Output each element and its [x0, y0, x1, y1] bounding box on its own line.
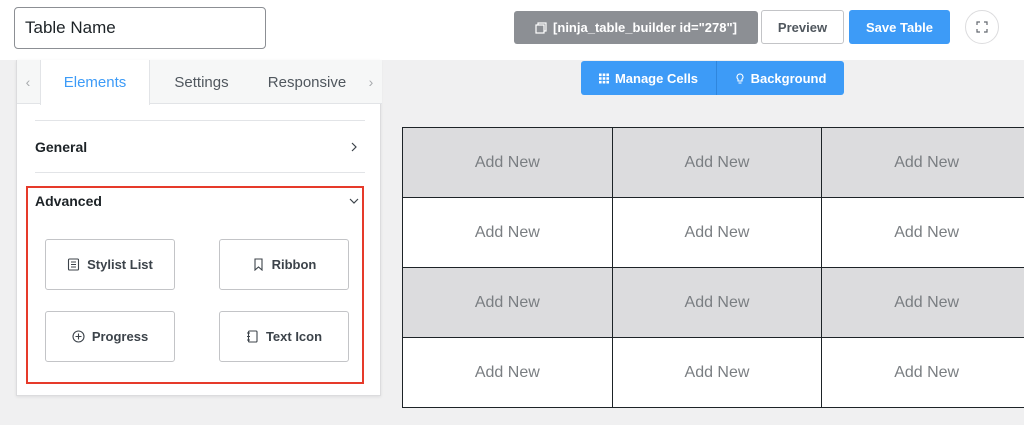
preview-button[interactable]: Preview [761, 10, 844, 44]
bookmark-icon [254, 258, 263, 271]
background-button[interactable]: Background [717, 61, 844, 95]
add-new-cell[interactable]: Add New [611, 267, 823, 338]
shortcode-text: [ninja_table_builder id="278"] [553, 20, 737, 35]
top-bar: Table Name [ninja_table_builder id="278"… [0, 0, 1024, 60]
save-table-button[interactable]: Save Table [849, 10, 950, 44]
background-label: Background [750, 70, 827, 86]
element-ribbon[interactable]: Ribbon [219, 239, 349, 290]
list-doc-icon [68, 258, 80, 271]
chevron-down-icon [349, 198, 359, 204]
fullscreen-icon [976, 21, 988, 33]
element-text-icon[interactable]: Text Icon [219, 311, 349, 362]
divider [35, 172, 365, 173]
chevron-left-icon: ‹ [25, 74, 31, 90]
add-new-cell[interactable]: Add New [611, 337, 823, 408]
tabs-scroll-right[interactable]: › [360, 60, 382, 104]
lightbulb-icon [736, 72, 744, 84]
shortcode-button[interactable]: [ninja_table_builder id="278"] [514, 11, 758, 44]
table-row: Add New Add New Add New [402, 197, 1024, 268]
tab-responsive[interactable]: Responsive [253, 60, 361, 104]
grid-icon [598, 73, 609, 83]
section-advanced-label: Advanced [35, 193, 102, 209]
add-new-cell[interactable]: Add New [611, 197, 823, 268]
section-general[interactable]: General [35, 133, 365, 161]
add-new-cell[interactable]: Add New [821, 337, 1024, 408]
table-row: Add New Add New Add New [402, 127, 1024, 198]
plus-circle-icon [72, 330, 85, 343]
tabs-scroll-left[interactable]: ‹ [17, 60, 39, 104]
table-row: Add New Add New Add New [402, 337, 1024, 408]
add-new-cell[interactable]: Add New [402, 267, 613, 338]
cell-toolbar: Manage Cells Background [581, 61, 844, 95]
tab-settings[interactable]: Settings [150, 60, 253, 104]
add-new-cell[interactable]: Add New [402, 127, 613, 198]
chevron-right-icon: › [368, 74, 374, 90]
element-stylist-list[interactable]: Stylist List [45, 239, 175, 290]
add-new-cell[interactable]: Add New [402, 337, 613, 408]
element-ribbon-label: Ribbon [271, 257, 317, 272]
section-general-label: General [35, 139, 88, 155]
tab-elements[interactable]: Elements [40, 60, 150, 105]
chevron-right-icon [351, 142, 357, 152]
table-row: Add New Add New Add New [402, 267, 1024, 338]
panel-tabs: ‹ Elements Settings Responsive › [17, 60, 382, 105]
section-advanced[interactable]: Advanced [35, 187, 365, 215]
add-new-cell[interactable]: Add New [821, 127, 1024, 198]
add-new-cell[interactable]: Add New [821, 197, 1024, 268]
add-new-cell[interactable]: Add New [821, 267, 1024, 338]
notebook-icon [246, 330, 258, 343]
element-progress[interactable]: Progress [45, 311, 175, 362]
divider [35, 120, 365, 121]
element-progress-label: Progress [91, 329, 149, 344]
table-grid: Add New Add New Add New Add New Add New … [402, 127, 1024, 408]
fullscreen-button[interactable] [965, 10, 999, 44]
add-new-cell[interactable]: Add New [402, 197, 613, 268]
element-stylist-list-label: Stylist List [87, 257, 153, 272]
table-name-input[interactable]: Table Name [14, 7, 266, 49]
add-new-cell[interactable]: Add New [611, 127, 823, 198]
manage-cells-button[interactable]: Manage Cells [581, 61, 717, 95]
elements-panel: ‹ Elements Settings Responsive › General… [16, 60, 382, 396]
copy-icon [535, 21, 547, 34]
element-text-icon-label: Text Icon [265, 329, 323, 344]
manage-cells-label: Manage Cells [614, 70, 699, 86]
